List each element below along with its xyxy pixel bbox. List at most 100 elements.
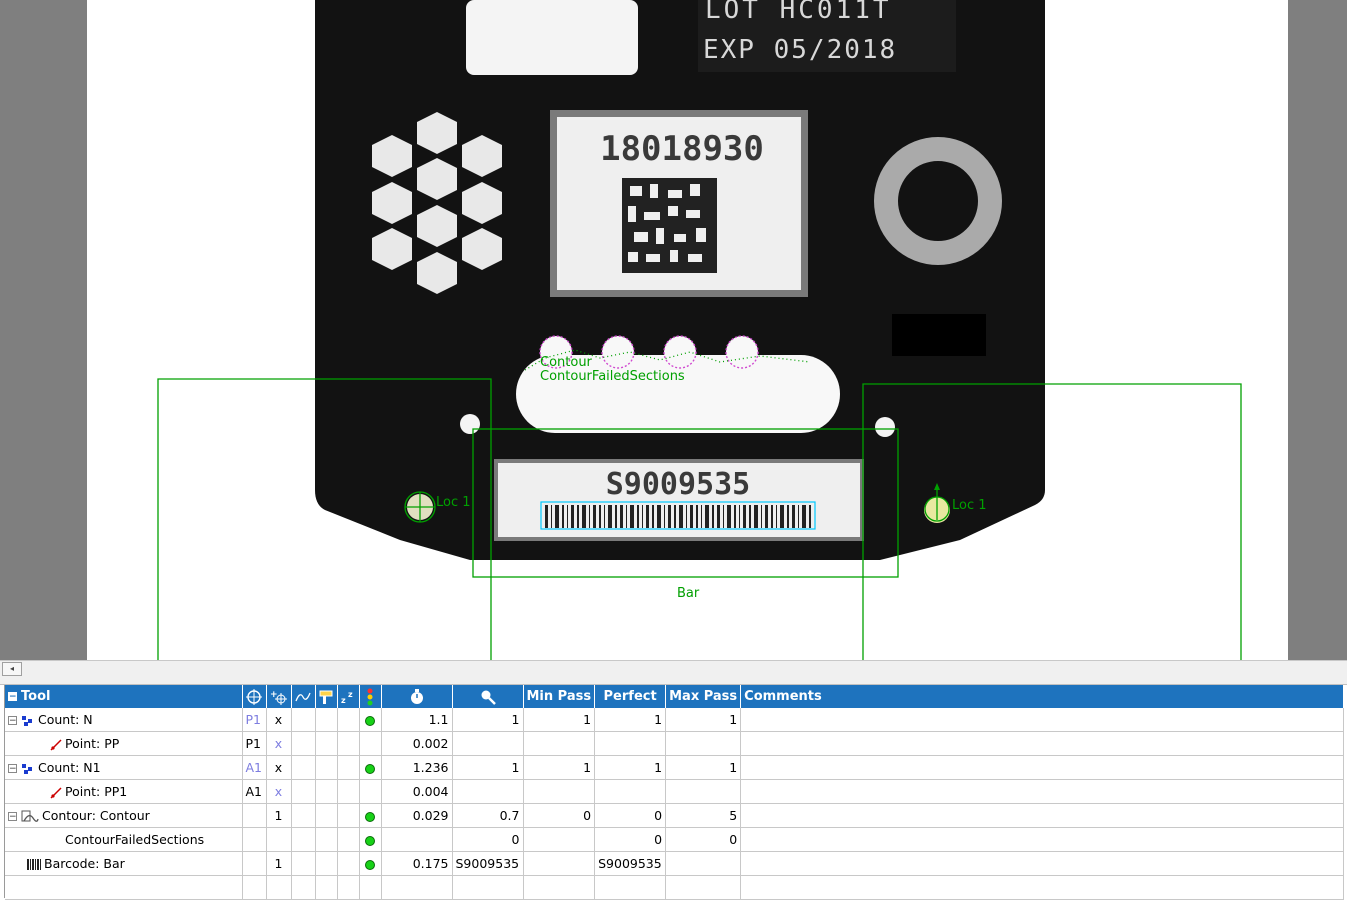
- table-row[interactable]: − Count: N P1 x 1.1 1 1 1 1: [5, 708, 1345, 732]
- comments-cell[interactable]: [740, 708, 1345, 732]
- table-row[interactable]: ContourFailedSections 0 0 0: [5, 827, 1345, 852]
- tool-type-cell[interactable]: [315, 779, 338, 804]
- collapse-icon[interactable]: −: [8, 716, 17, 726]
- reference-cell[interactable]: P1: [242, 708, 267, 732]
- comments-cell[interactable]: [740, 755, 1345, 780]
- max-pass-cell[interactable]: [665, 731, 742, 756]
- comments-cell[interactable]: [740, 851, 1345, 876]
- tool-cell[interactable]: Point: PP1: [5, 779, 243, 804]
- reference-cell[interactable]: [242, 851, 267, 876]
- sort-cell[interactable]: [337, 851, 360, 876]
- empty-cell[interactable]: [523, 875, 596, 900]
- table-row[interactable]: Barcode: Bar 1 0.175 S9009535 S9009535: [5, 851, 1345, 876]
- tool-cell[interactable]: ContourFailedSections: [5, 827, 243, 852]
- tool-type-cell[interactable]: [315, 708, 338, 732]
- reference-cell[interactable]: A1: [242, 779, 267, 804]
- reference-cell[interactable]: [242, 827, 267, 852]
- line-cell[interactable]: [291, 803, 316, 828]
- max-pass-cell[interactable]: 5: [665, 803, 742, 828]
- table-row[interactable]: Point: PP P1 x 0.002: [5, 731, 1345, 756]
- table-row[interactable]: Point: PP1 A1 x 0.004: [5, 779, 1345, 804]
- empty-cell[interactable]: [291, 875, 316, 900]
- min-pass-cell[interactable]: [523, 827, 596, 852]
- sort-cell[interactable]: [337, 755, 360, 780]
- tool-type-cell[interactable]: [315, 755, 338, 780]
- min-pass-cell[interactable]: [523, 731, 596, 756]
- table-row[interactable]: − Contour: Contour 1 0.029 0.7 0 0 5: [5, 803, 1345, 828]
- empty-cell[interactable]: [315, 875, 338, 900]
- perfect-cell[interactable]: 0: [594, 803, 667, 828]
- column-header-tool[interactable]: − Tool: [5, 685, 243, 708]
- sort-cell[interactable]: [337, 731, 360, 756]
- tool-type-cell[interactable]: [315, 731, 338, 756]
- empty-cell[interactable]: [594, 875, 667, 900]
- empty-cell[interactable]: [381, 875, 453, 900]
- tool-cell[interactable]: Barcode: Bar: [5, 851, 243, 876]
- min-pass-cell[interactable]: 1: [523, 755, 596, 780]
- column-header-result[interactable]: [452, 685, 524, 708]
- table-row-empty[interactable]: [5, 875, 1345, 900]
- perfect-cell[interactable]: [594, 731, 667, 756]
- max-pass-cell[interactable]: 1: [665, 755, 742, 780]
- tool-cell[interactable]: − Count: N: [5, 708, 243, 732]
- column-header-tool-type[interactable]: [315, 685, 338, 708]
- column-header-time[interactable]: [381, 685, 453, 708]
- line-cell[interactable]: [291, 851, 316, 876]
- comments-cell[interactable]: [740, 803, 1345, 828]
- empty-cell[interactable]: [740, 875, 1345, 900]
- sort-cell[interactable]: [337, 827, 360, 852]
- empty-cell[interactable]: [266, 875, 292, 900]
- max-pass-cell[interactable]: 1: [665, 708, 742, 732]
- reference-cell[interactable]: A1: [242, 755, 267, 780]
- reference-cell[interactable]: P1: [242, 731, 267, 756]
- table-row[interactable]: − Count: N1 A1 x 1.236 1 1 1 1: [5, 755, 1345, 780]
- comments-cell[interactable]: [740, 779, 1345, 804]
- tool-type-cell[interactable]: [315, 851, 338, 876]
- inspection-image-area[interactable]: LOT HC011T EXP 05/2018 18018930 S9009535…: [87, 0, 1288, 660]
- x-cell[interactable]: x: [266, 731, 292, 756]
- perfect-cell[interactable]: 1: [594, 755, 667, 780]
- tool-cell[interactable]: − Count: N1: [5, 755, 243, 780]
- reference-cell[interactable]: [242, 803, 267, 828]
- empty-cell[interactable]: [242, 875, 267, 900]
- line-cell[interactable]: [291, 731, 316, 756]
- x-cell[interactable]: x: [266, 779, 292, 804]
- column-header-max-pass[interactable]: Max Pass: [665, 685, 742, 708]
- perfect-cell[interactable]: [594, 779, 667, 804]
- panel-splitter[interactable]: [0, 677, 1347, 685]
- sort-cell[interactable]: [337, 779, 360, 804]
- empty-cell[interactable]: [5, 875, 243, 900]
- empty-cell[interactable]: [359, 875, 382, 900]
- min-pass-cell[interactable]: 1: [523, 708, 596, 732]
- max-pass-cell[interactable]: [665, 851, 742, 876]
- x-cell[interactable]: x: [266, 708, 292, 732]
- column-header-reference[interactable]: [242, 685, 267, 708]
- collapse-icon[interactable]: −: [8, 812, 17, 822]
- sort-cell[interactable]: [337, 708, 360, 732]
- collapse-icon[interactable]: −: [8, 764, 17, 774]
- tool-type-cell[interactable]: [315, 827, 338, 852]
- empty-cell[interactable]: [452, 875, 524, 900]
- image-viewer[interactable]: LOT HC011T EXP 05/2018 18018930 S9009535…: [0, 0, 1347, 660]
- column-header-add-point[interactable]: +: [266, 685, 292, 708]
- column-header-comments[interactable]: Comments: [740, 685, 1345, 708]
- line-cell[interactable]: [291, 708, 316, 732]
- tool-cell[interactable]: − Contour: Contour: [5, 803, 243, 828]
- x-cell[interactable]: 1: [266, 851, 292, 876]
- scroll-left-button[interactable]: ◂: [2, 662, 22, 676]
- line-cell[interactable]: [291, 755, 316, 780]
- sort-cell[interactable]: [337, 803, 360, 828]
- empty-cell[interactable]: [665, 875, 742, 900]
- collapse-all-icon[interactable]: −: [8, 692, 17, 702]
- comments-cell[interactable]: [740, 827, 1345, 852]
- perfect-cell[interactable]: 1: [594, 708, 667, 732]
- max-pass-cell[interactable]: 0: [665, 827, 742, 852]
- comments-cell[interactable]: [740, 731, 1345, 756]
- horizontal-scrollbar[interactable]: ◂: [0, 660, 1347, 677]
- perfect-cell[interactable]: S9009535: [594, 851, 667, 876]
- column-header-perfect[interactable]: Perfect: [594, 685, 667, 708]
- min-pass-cell[interactable]: [523, 779, 596, 804]
- column-header-line[interactable]: [291, 685, 316, 708]
- line-cell[interactable]: [291, 827, 316, 852]
- perfect-cell[interactable]: 0: [594, 827, 667, 852]
